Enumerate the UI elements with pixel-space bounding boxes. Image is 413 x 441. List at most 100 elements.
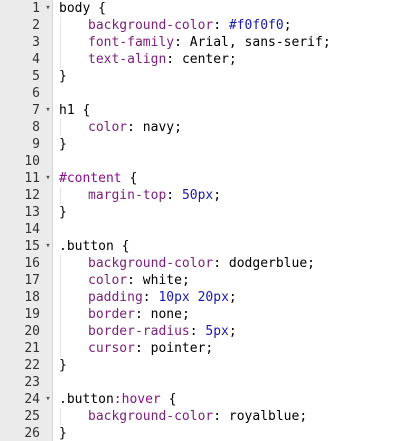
line-number: 26: [24, 426, 40, 441]
code-line[interactable]: 17 color: white;: [0, 272, 413, 289]
code-token: text-align: [88, 52, 167, 67]
fold-arrow-down-icon[interactable]: ▾: [43, 102, 53, 119]
code-text: cursor: pointer;: [88, 340, 213, 357]
code-area[interactable]: 1 ▾ body {2 background-color: #f0f0f0; 3 font…: [0, 0, 413, 441]
code-text: background-color: royalblue;: [88, 408, 307, 425]
code-line[interactable]: 3 font-family: Arial, sans-serif;: [0, 34, 413, 51]
line-number: 20: [24, 324, 40, 339]
code-text: }: [59, 425, 67, 441]
fold-arrow-down-icon[interactable]: ▾: [43, 170, 53, 187]
fold-arrow-down-icon[interactable]: ▾: [43, 391, 53, 408]
fold-arrow-down-icon[interactable]: ▾: [43, 238, 53, 255]
line-number: 25: [24, 409, 40, 424]
code-token: cursor: [88, 341, 135, 356]
code-line[interactable]: 6: [0, 85, 413, 102]
code-token: {: [160, 392, 177, 407]
code-token: color: [88, 120, 128, 135]
code-line[interactable]: 5}: [0, 68, 413, 85]
code-token: #f0f0f0: [228, 18, 284, 33]
code-token: }: [59, 137, 67, 152]
code-token: background-color: [88, 18, 214, 33]
code-text: margin-top: 50px;: [88, 187, 221, 204]
line-number: 16: [24, 256, 40, 271]
code-token: :: [166, 188, 182, 203]
line-number: 17: [24, 273, 40, 288]
code-token: ;: [322, 35, 331, 50]
code-token: }: [59, 69, 67, 84]
code-line[interactable]: 9}: [0, 136, 413, 153]
code-token: color: [88, 273, 128, 288]
indent-guide: [60, 51, 61, 68]
code-text: color: navy;: [88, 119, 182, 136]
code-line[interactable]: 19 border: none;: [0, 306, 413, 323]
code-line[interactable]: 25 background-color: royalblue;: [0, 408, 413, 425]
code-line[interactable]: 18 padding: 10px 20px;: [0, 289, 413, 306]
code-line[interactable]: 22}: [0, 357, 413, 374]
line-number: 23: [24, 375, 40, 390]
code-line[interactable]: 20 border-radius: 5px;: [0, 323, 413, 340]
line-number: 14: [24, 222, 40, 237]
code-text: .button:hover {: [59, 391, 176, 408]
code-token: :: [189, 324, 206, 339]
code-token: ;: [181, 273, 190, 288]
line-number: 12: [24, 188, 40, 203]
code-token: :hover: [113, 392, 161, 407]
code-line[interactable]: 24 ▾ .button:hover {: [0, 391, 413, 408]
code-text: }: [59, 204, 67, 221]
code-token: font-family: [88, 35, 175, 50]
line-number: 21: [24, 341, 40, 356]
code-text: color: white;: [88, 272, 190, 289]
code-token: }: [59, 426, 67, 441]
code-line[interactable]: 12 margin-top: 50px;: [0, 187, 413, 204]
code-line[interactable]: 21 cursor: pointer;: [0, 340, 413, 357]
code-token: ;: [228, 324, 237, 339]
code-token: body: [59, 1, 91, 16]
line-number: 1: [32, 1, 40, 16]
code-line[interactable]: 13}: [0, 204, 413, 221]
code-token: h1: [59, 103, 75, 118]
code-token: {: [113, 239, 130, 254]
code-line[interactable]: 4 text-align: center;: [0, 51, 413, 68]
line-number: 7: [32, 103, 40, 118]
code-line[interactable]: 16 background-color: dodgerblue;: [0, 255, 413, 272]
indent-guide: [60, 34, 61, 51]
code-line[interactable]: 23: [0, 374, 413, 391]
code-token: 10px: [158, 290, 190, 305]
code-token: dodgerblue: [228, 256, 308, 271]
code-token: ;: [228, 52, 237, 67]
indent-guide: [60, 289, 61, 306]
indent-guide: [60, 408, 61, 425]
code-token: pointer: [150, 341, 206, 356]
code-editor[interactable]: 1 ▾ body {2 background-color: #f0f0f0; 3 font…: [0, 0, 413, 441]
code-line[interactable]: 11 ▾ #content {: [0, 170, 413, 187]
line-number: 6: [32, 86, 40, 101]
code-token: :: [174, 35, 190, 50]
line-number: 3: [32, 35, 40, 50]
fold-arrow-down-icon[interactable]: ▾: [43, 0, 53, 17]
code-token: margin-top: [88, 188, 167, 203]
indent-guide: [60, 272, 61, 289]
code-token: .button: [59, 239, 114, 254]
line-number: 4: [32, 52, 40, 67]
line-number: 19: [24, 307, 40, 322]
code-text: border: none;: [88, 306, 190, 323]
code-line[interactable]: 7 ▾ h1 {: [0, 102, 413, 119]
code-line[interactable]: 26}: [0, 425, 413, 441]
code-token: white: [142, 273, 182, 288]
code-line[interactable]: 10: [0, 153, 413, 170]
code-line[interactable]: 8 color: navy;: [0, 119, 413, 136]
line-number: 5: [32, 69, 40, 84]
code-token: background-color: [88, 256, 214, 271]
code-text: }: [59, 136, 67, 153]
code-line[interactable]: 15 ▾ .button {: [0, 238, 413, 255]
indent-guide: [60, 119, 61, 136]
code-line[interactable]: 2 background-color: #f0f0f0;: [0, 17, 413, 34]
code-line[interactable]: 14: [0, 221, 413, 238]
code-text: padding: 10px 20px;: [88, 289, 237, 306]
code-token: }: [59, 358, 67, 373]
code-token: ;: [283, 18, 292, 33]
line-number: 24: [24, 392, 40, 407]
code-token: :: [134, 341, 151, 356]
code-line[interactable]: 1 ▾ body {: [0, 0, 413, 17]
